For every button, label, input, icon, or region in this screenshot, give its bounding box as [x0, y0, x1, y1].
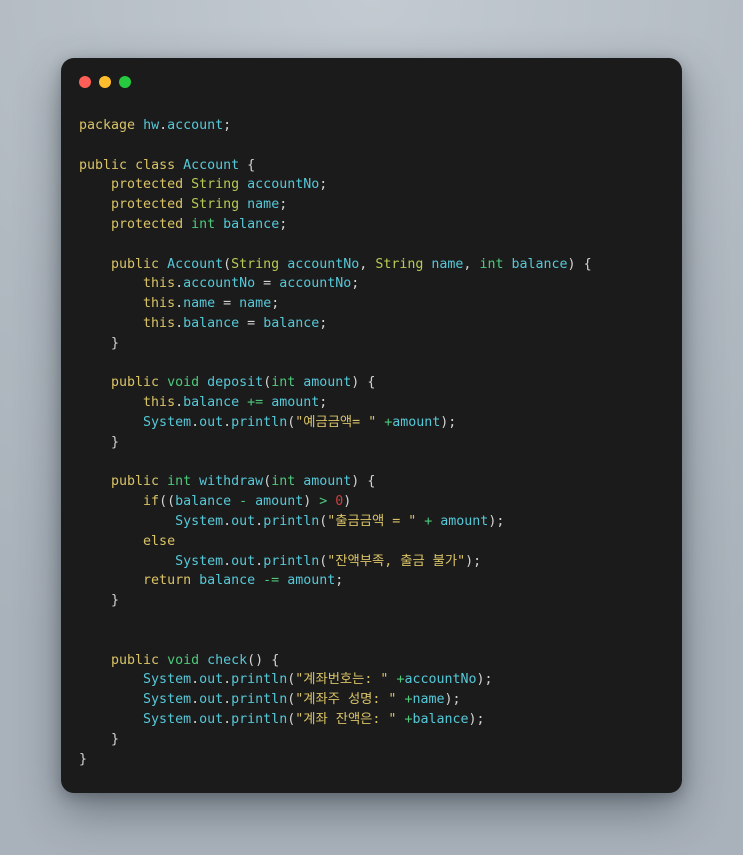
- string-literal-account-no: 계좌번호는:: [303, 672, 381, 688]
- code-line: protected int balance;: [111, 216, 288, 232]
- code-line: this.balance += amount;: [143, 395, 328, 411]
- code-line: }: [111, 731, 120, 747]
- code-line: protected String accountNo;: [111, 177, 328, 193]
- code-line: return balance -= amount;: [143, 573, 344, 589]
- minimize-window-button[interactable]: [99, 76, 111, 88]
- code-line: System.out.println("잔액부족, 출금 불가");: [175, 553, 482, 569]
- close-window-button[interactable]: [79, 76, 91, 88]
- code-line: this.balance = balance;: [143, 315, 328, 331]
- code-line: protected String name;: [111, 197, 288, 213]
- code-line: System.out.println("계좌주 성명: " +name);: [143, 692, 461, 708]
- string-literal-withdraw: 출금금액 =: [335, 513, 409, 529]
- code-line: }: [111, 593, 120, 609]
- code-line: public class Account {: [79, 157, 256, 173]
- string-literal-owner-name: 계좌주 성명:: [303, 692, 389, 708]
- code-line: else: [143, 533, 176, 549]
- code-line: System.out.println("예금금액= " +amount);: [143, 414, 457, 430]
- code-line: System.out.println("출금금액 = " + amount);: [175, 513, 505, 529]
- code-line: public Account(String accountNo, String …: [111, 256, 592, 272]
- code-line: System.out.println("계좌번호는: " +accountNo)…: [143, 672, 493, 688]
- code-line: if((balance - amount) > 0): [143, 494, 352, 510]
- code-line: }: [79, 751, 88, 767]
- code-line: package hw.account;: [79, 118, 232, 133]
- code-line: public int withdraw(int amount) {: [111, 474, 376, 490]
- code-window: package hw.account; public class Account…: [61, 58, 682, 793]
- string-literal-balance: 계좌 잔액은:: [303, 711, 389, 727]
- window-titlebar: [79, 76, 131, 88]
- code-line: }: [111, 335, 120, 351]
- code-line: }: [111, 434, 120, 450]
- string-literal-insufficient: 잔액부족, 출금 불가: [335, 553, 458, 569]
- screenshot-stage: package hw.account; public class Account…: [0, 0, 743, 855]
- code-line: this.accountNo = accountNo;: [143, 276, 360, 292]
- string-literal-deposit: 예금금액=: [303, 414, 369, 430]
- maximize-window-button[interactable]: [119, 76, 131, 88]
- source-code-block: package hw.account; public class Account…: [79, 116, 664, 769]
- code-line: this.name = name;: [143, 296, 280, 312]
- code-line: System.out.println("계좌 잔액은: " +balance);: [143, 711, 485, 727]
- code-editor-area[interactable]: package hw.account; public class Account…: [61, 106, 682, 793]
- code-line: public void check() {: [111, 652, 280, 668]
- code-line: public void deposit(int amount) {: [111, 375, 376, 391]
